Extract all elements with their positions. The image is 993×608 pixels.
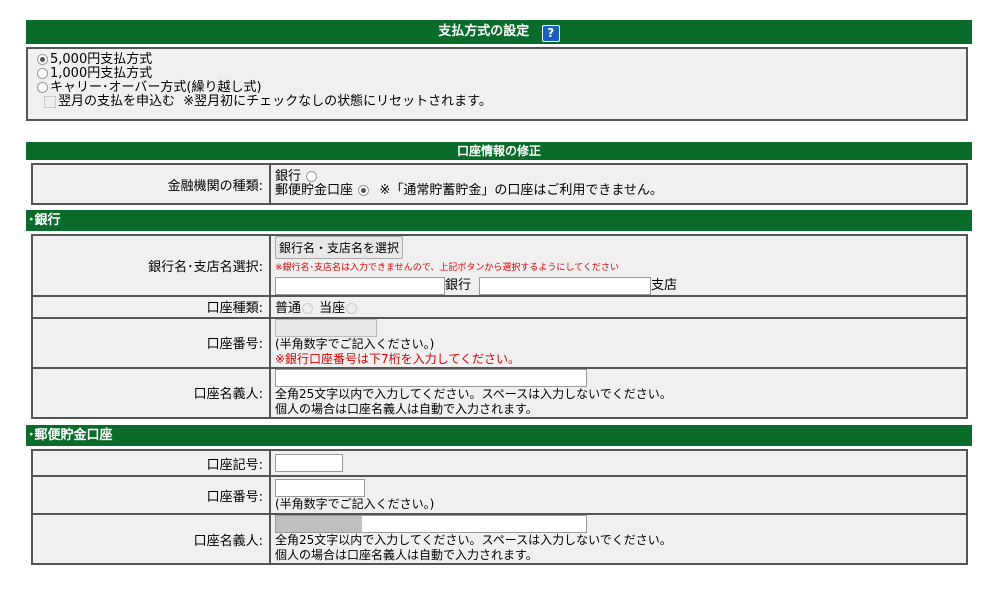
bank-acct-number-input[interactable]	[275, 318, 377, 337]
payment-option-5000[interactable]: 5,000円支払方式	[36, 53, 966, 67]
radio-icon[interactable]	[306, 171, 318, 182]
post-form-table: 口座記号: 口座番号: (半角数字でご記入ください。) 口座名義人: 全角25文…	[31, 449, 968, 565]
bank-section-title: ･銀行	[28, 213, 61, 228]
post-note: ※「通常貯蓄貯金」の口座はご利用できません。	[379, 183, 663, 198]
institution-type-label: 金融機関の種類:	[31, 163, 271, 205]
payment-options-box: 5,000円支払方式 1,000円支払方式 キャリー･オーバー方式(繰り越し式)…	[26, 47, 968, 121]
bank-acct-number-warning: ※銀行口座番号は下7桁を入力してください。	[275, 351, 520, 366]
post-number-input[interactable]	[275, 478, 365, 497]
post-section-header: ･郵便貯金口座	[26, 425, 972, 446]
bank-holder-label: 口座名義人:	[31, 366, 271, 419]
payment-title: 支払方式の設定	[438, 24, 530, 39]
bank-select-label: 銀行名･支店名選択:	[31, 234, 271, 297]
institution-type-table: 金融機関の種類: 銀行 郵便貯金口座 ※「通常貯蓄貯金」の口座はご利用できません…	[31, 163, 968, 205]
post-holder-input[interactable]	[275, 515, 587, 533]
radio-icon[interactable]	[37, 68, 48, 79]
account-header: 口座情報の修正	[26, 142, 972, 160]
radio-icon[interactable]	[37, 82, 48, 93]
acct-type-label: 口座種類:	[31, 294, 271, 319]
bank-holder-hint-2: 個人の場合は口座名義人は自動で入力されます。	[275, 401, 538, 416]
post-option[interactable]: 郵便貯金口座 ※「通常貯蓄貯金」の口座はご利用できません。	[275, 184, 962, 198]
radio-disabled-icon[interactable]	[346, 303, 358, 314]
post-section-title: ･郵便貯金口座	[28, 428, 113, 443]
bank-holder-hint-1: 全角25文字以内で入力してください。スペースは入力しないでください。	[275, 386, 672, 401]
post-code-input[interactable]	[275, 454, 343, 472]
acct-type-current: 当座	[319, 301, 346, 316]
next-month-row: 翌月の支払を申込む ※翌月初にチェックなしの状態にリセットされます。	[36, 95, 966, 109]
bank-holder-input[interactable]	[275, 368, 587, 387]
post-holder-label: 口座名義人:	[31, 513, 271, 565]
radio-disabled-icon[interactable]	[302, 303, 314, 314]
post-number-hint: (半角数字でご記入ください。)	[275, 496, 435, 511]
post-holder-hint-2: 個人の場合は口座名義人は自動で入力されます。	[275, 548, 538, 562]
post-number-label: 口座番号:	[31, 475, 271, 515]
next-month-checkbox[interactable]	[44, 95, 56, 108]
bank-acct-number-label: 口座番号:	[31, 316, 271, 369]
bank-acct-number-hint: (半角数字でご記入ください。)	[275, 336, 435, 351]
help-icon[interactable]: ?	[541, 25, 560, 42]
radio-selected-icon[interactable]	[37, 54, 48, 65]
next-month-label: 翌月の支払を申込む	[58, 94, 176, 109]
bank-form-table: 銀行名･支店名選択: 銀行名・支店名を選択 ※銀行名･支店名は入力できませんので…	[31, 234, 968, 419]
acct-type-normal: 普通	[275, 301, 302, 316]
branch-suffix: 支店	[651, 278, 678, 293]
bank-select-note: ※銀行名･支店名は入力できませんので、上記ボタンから選択するようにしてください	[275, 263, 619, 273]
radio-selected-icon[interactable]	[358, 185, 370, 196]
bank-option[interactable]: 銀行	[275, 170, 962, 184]
reset-note: ※翌月初にチェックなしの状態にリセットされます。	[183, 94, 492, 109]
branch-name-input[interactable]	[479, 276, 652, 295]
account-title: 口座情報の修正	[456, 144, 541, 158]
bank-name-input[interactable]	[275, 276, 445, 295]
bank-suffix: 銀行	[445, 278, 472, 293]
payment-header: 支払方式の設定 ?	[26, 20, 972, 44]
bank-select-button[interactable]: 銀行名・支店名を選択	[275, 236, 404, 259]
payment-option-carryover[interactable]: キャリー･オーバー方式(繰り越し式)	[36, 81, 966, 95]
post-holder-hint-1: 全角25文字以内で入力してください。スペースは入力しないでください。	[275, 533, 672, 547]
post-code-label: 口座記号:	[31, 449, 271, 477]
payment-option-1000[interactable]: 1,000円支払方式	[36, 67, 966, 81]
bank-section-header: ･銀行	[26, 210, 972, 231]
